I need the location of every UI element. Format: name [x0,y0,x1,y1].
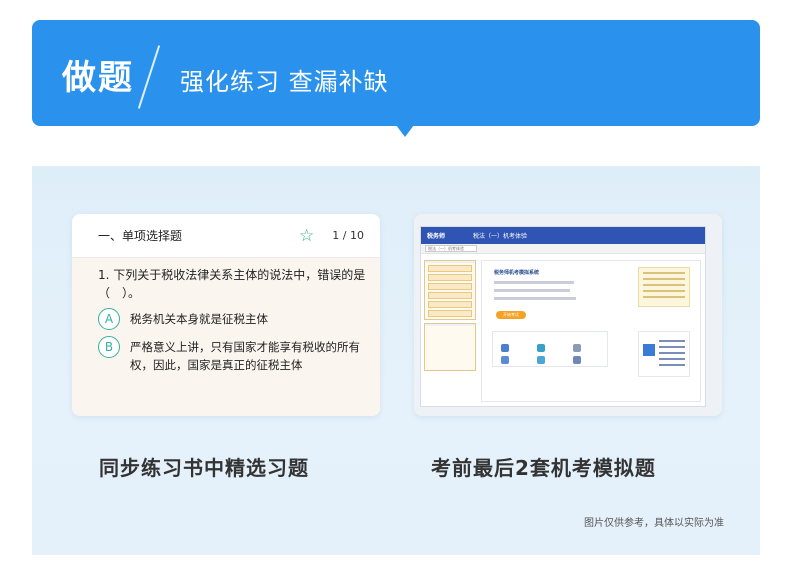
mini-aside-line [659,352,685,354]
mini-tool-icon [537,344,545,352]
mini-aside [638,331,690,377]
mini-aside-line [659,358,685,360]
question-counter: 1 / 10 [332,229,364,242]
mini-sidebar [424,260,476,402]
mini-side-row [428,274,472,281]
question-body: 1. 下列关于税收法律关系主体的说法中，错误的是（ ）。 A 税务机关本身就是征… [72,258,380,416]
mini-text-line [494,281,574,284]
question-card: 一、单项选择题 ☆ 1 / 10 1. 下列关于税收法律关系主体的说法中，错误的… [72,214,380,416]
mini-side-row [428,301,472,308]
mini-aside-line [659,346,685,348]
mini-aside-logo [643,344,655,356]
mini-main: 税务师机考模拟系统 开始考试 [481,260,701,402]
header-banner [32,20,760,126]
mini-side-contact [424,323,476,371]
star-icon[interactable]: ☆ [299,226,314,246]
mini-start-button[interactable]: 开始考试 [496,311,526,319]
mini-side-row [428,265,472,272]
mini-notice-line [643,278,685,280]
caption-right: 考前最后2套机考模拟题 [431,456,656,480]
option-b-badge: B [98,336,120,358]
mini-tool-icon [573,356,581,364]
option-a-badge: A [98,308,120,330]
mini-text-line [494,289,570,292]
banner-subtitle: 强化练习 查漏补缺 [180,68,389,96]
mini-side-header [425,324,475,326]
mini-side-row [428,310,472,317]
mini-tool-icon [573,344,581,352]
mini-aside-line [659,364,685,366]
mini-tool-icon [501,356,509,364]
banner-main-title: 做题 [62,58,134,98]
mini-tools [492,331,608,367]
banner-pointer [396,125,414,137]
mini-notice-line [643,290,685,292]
question-header: 一、单项选择题 ☆ 1 / 10 [72,214,380,258]
mini-toolbar: 税法（一）机考体验 [421,244,705,254]
disclaimer-note: 图片仅供参考，具体以实际为准 [584,518,724,529]
mini-tool-icon [537,356,545,364]
mini-notice-line [643,284,685,286]
mini-text-line [494,297,576,300]
mini-select: 税法（一）机考体验 [425,245,477,252]
mini-side-header [425,261,475,263]
exam-system-thumbnail: 税务师 税法（一）机考体验 税法（一）机考体验 税务师机考模拟系统 开始考试 [420,226,706,407]
option-a-text: 税务机关本身就是征税主体 [130,312,268,326]
mini-headline: 税务师机考模拟系统 [494,270,540,276]
mini-side-row [428,292,472,299]
question-text: 1. 下列关于税收法律关系主体的说法中，错误的是（ ）。 [98,268,366,300]
option-b[interactable]: B 严格意义上讲，只有国家才能享有税收的所有权，因此，国家是真正的征税主体 [98,336,366,374]
section-title: 一、单项选择题 [98,229,183,243]
mini-notice-line [643,296,685,298]
mini-notice [638,267,690,307]
mini-nav-title: 税法（一）机考体验 [473,233,528,240]
mini-notice-line [643,272,685,274]
mini-aside-line [659,340,685,342]
mini-topbar: 税务师 税法（一）机考体验 [421,227,705,244]
mini-brand: 税务师 [427,233,446,240]
mini-side-menu [424,260,476,320]
mini-tool-icon [501,344,509,352]
option-a[interactable]: A 税务机关本身就是征税主体 [98,308,366,330]
mini-side-row [428,283,472,290]
option-b-text: 严格意义上讲，只有国家才能享有税收的所有权，因此，国家是真正的征税主体 [130,340,360,372]
caption-left: 同步练习书中精选习题 [99,456,309,480]
